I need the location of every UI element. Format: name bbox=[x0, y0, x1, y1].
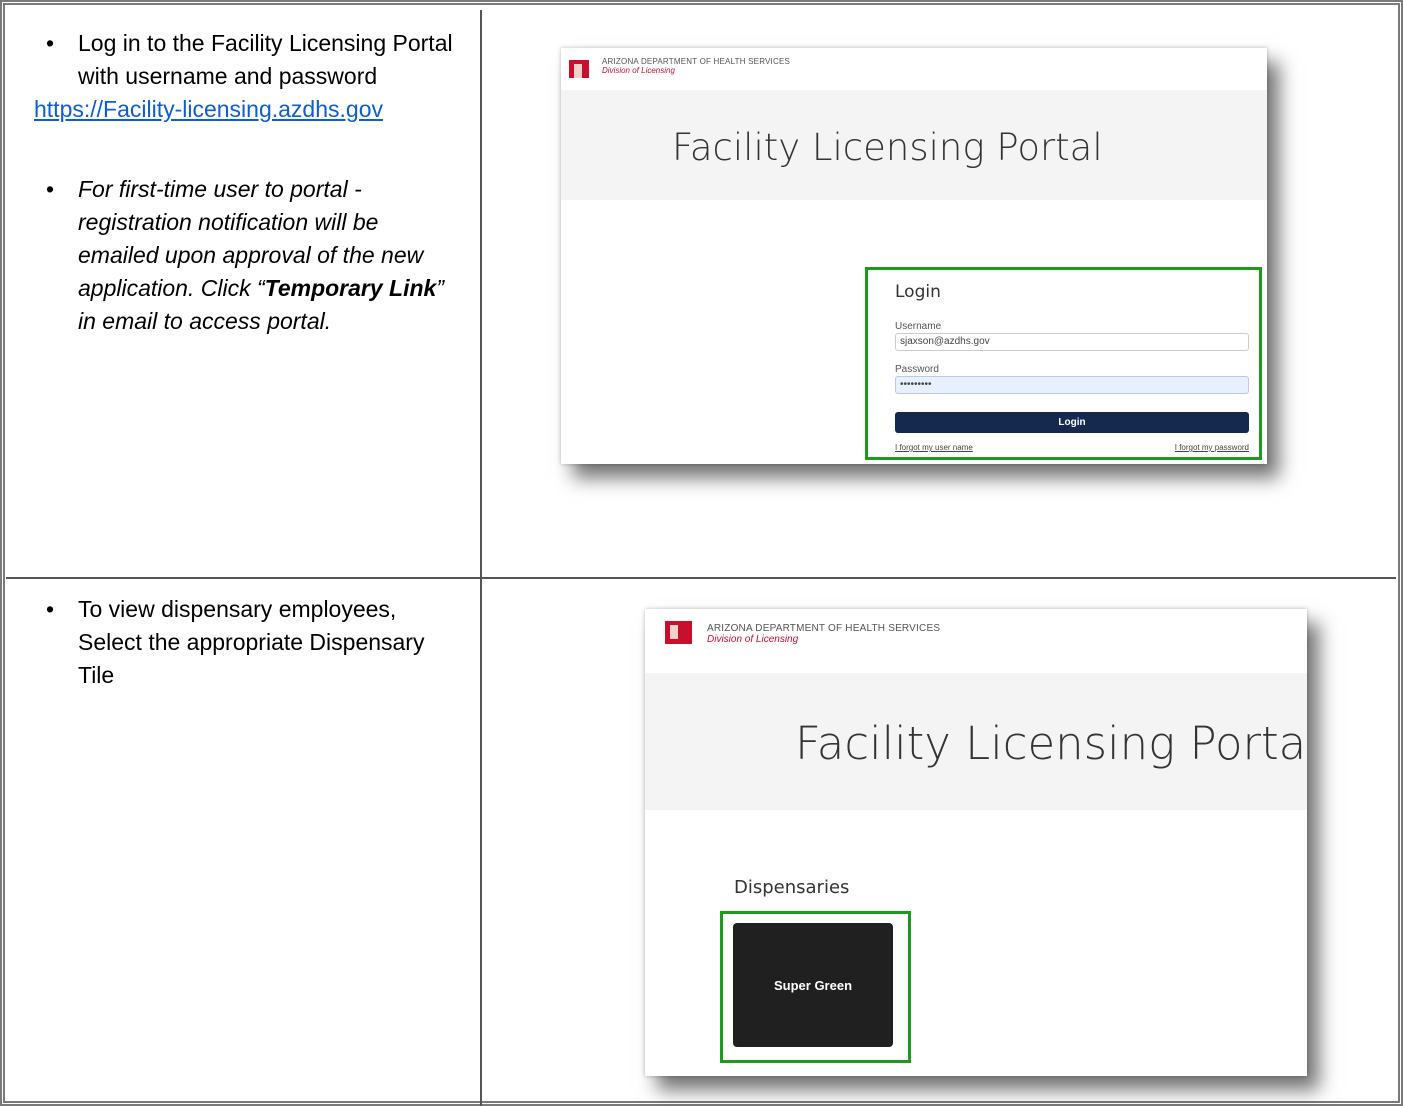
dispensaries-heading: Dispensaries bbox=[734, 877, 850, 898]
bullet-icon: • bbox=[45, 176, 55, 202]
portal-hero: Facility Licensing Portal bbox=[645, 673, 1307, 810]
dispensary-tile-super-green[interactable]: Super Green bbox=[733, 923, 893, 1047]
portal-title: Facility Licensing Portal bbox=[795, 717, 1307, 770]
row2-step-text: To view dispensary employees, Select the… bbox=[78, 596, 425, 688]
agency-line2: Division of Licensing bbox=[602, 66, 675, 75]
row1-step-text: Log in to the Facility Licensing Portal … bbox=[78, 30, 453, 89]
portal-header: ARIZONA DEPARTMENT OF HEALTH SERVICES Di… bbox=[561, 48, 1267, 90]
row2-instructions: • To view dispensary employees, Select t… bbox=[40, 593, 460, 692]
portal-header: ARIZONA DEPARTMENT OF HEALTH SERVICES Di… bbox=[645, 609, 1307, 673]
agency-name: ARIZONA DEPARTMENT OF HEALTH SERVICES Di… bbox=[707, 623, 940, 645]
password-field[interactable]: ••••••••• bbox=[895, 376, 1249, 394]
forgot-username-link[interactable]: I forgot my user name bbox=[895, 443, 973, 452]
password-label: Password bbox=[895, 364, 939, 375]
portal-title: Facility Licensing Portal bbox=[672, 126, 1103, 169]
bullet-icon: • bbox=[45, 30, 55, 56]
table-row-divider bbox=[6, 577, 1396, 579]
agency-line1: ARIZONA DEPARTMENT OF HEALTH SERVICES bbox=[707, 623, 941, 634]
login-button[interactable]: Login bbox=[895, 412, 1249, 433]
dispensaries-page-screenshot: ARIZONA DEPARTMENT OF HEALTH SERVICES Di… bbox=[645, 609, 1307, 1076]
row1-bullet-1: • Log in to the Facility Licensing Porta… bbox=[40, 27, 460, 93]
login-form-highlight: Login Username sjaxson@azdhs.gov Passwor… bbox=[865, 267, 1262, 460]
row1-bullet-2: • For first-time user to portal - regist… bbox=[40, 173, 460, 338]
portal-url-link[interactable]: https://Facility-licensing.azdhs.gov bbox=[34, 93, 460, 126]
forgot-password-link[interactable]: I forgot my password bbox=[1175, 443, 1249, 452]
row1-note-bold: Temporary Link bbox=[264, 275, 437, 301]
agency-line1: ARIZONA DEPARTMENT OF HEALTH SERVICES bbox=[602, 57, 791, 66]
login-page-screenshot: ARIZONA DEPARTMENT OF HEALTH SERVICES Di… bbox=[561, 48, 1267, 464]
portal-hero: Facility Licensing Portal bbox=[561, 90, 1267, 200]
row1-instructions: • Log in to the Facility Licensing Porta… bbox=[34, 27, 460, 338]
agency-name: ARIZONA DEPARTMENT OF HEALTH SERVICES Di… bbox=[602, 57, 790, 75]
username-field[interactable]: sjaxson@azdhs.gov bbox=[895, 333, 1249, 351]
azdhs-logo-icon bbox=[665, 621, 692, 644]
table-column-divider bbox=[480, 10, 482, 1106]
agency-line2: Division of Licensing bbox=[707, 634, 799, 645]
username-label: Username bbox=[895, 321, 942, 332]
bullet-icon: • bbox=[45, 596, 55, 622]
row2-bullet-1: • To view dispensary employees, Select t… bbox=[40, 593, 460, 692]
azdhs-logo-icon bbox=[569, 60, 589, 78]
login-heading: Login bbox=[895, 282, 941, 302]
